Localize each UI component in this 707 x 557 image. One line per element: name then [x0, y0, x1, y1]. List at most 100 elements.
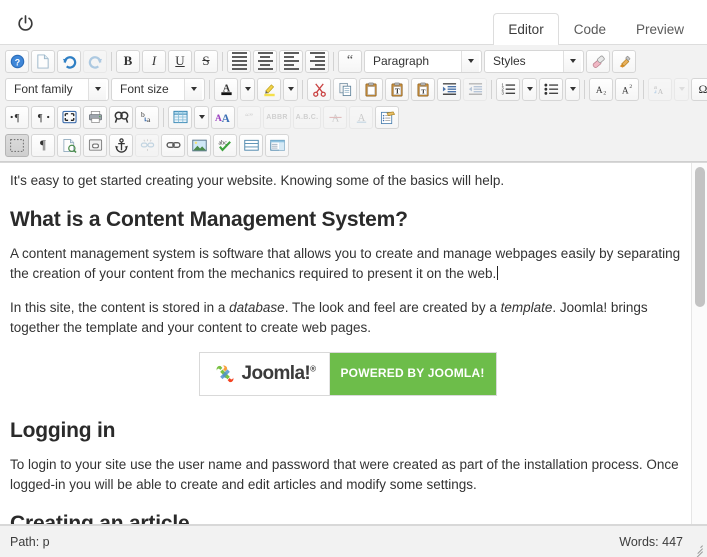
svg-text:?: ?	[14, 57, 19, 67]
fullscreen-icon[interactable]	[57, 106, 81, 129]
unlink-icon[interactable]	[135, 134, 159, 157]
image-icon[interactable]	[187, 134, 211, 157]
heading-logging-in: Logging in	[10, 418, 685, 443]
outdent-icon[interactable]	[463, 78, 487, 101]
cut-icon[interactable]	[307, 78, 331, 101]
toolbar-row-4: ¶	[0, 131, 707, 159]
paste-icon[interactable]	[359, 78, 383, 101]
tab-editor[interactable]: Editor	[493, 13, 558, 44]
rtl-direction-icon[interactable]: ¶	[31, 106, 55, 129]
powered-by-joomla-banner[interactable]: Joomla!® POWERED BY JOOMLA!	[199, 352, 497, 396]
abbreviation-icon[interactable]: ABBR	[263, 106, 291, 129]
font-size-select[interactable]: Font size	[111, 78, 205, 101]
paragraph-format-select[interactable]: Paragraph	[364, 50, 482, 73]
inserted-text-icon[interactable]: A	[349, 106, 373, 129]
svg-text:b: b	[140, 110, 144, 119]
italic-icon[interactable]: I	[142, 50, 166, 73]
spellcheck-language-icon[interactable]: a A	[648, 78, 672, 101]
read-more-icon[interactable]	[83, 134, 107, 157]
svg-text:3: 3	[501, 91, 504, 96]
styles-label: Styles	[485, 51, 563, 72]
editor-vertical-scrollbar[interactable]	[691, 163, 707, 524]
paragraph-login-instructions: To login to your site use the user name …	[10, 455, 685, 495]
blockquote-icon[interactable]: “	[338, 50, 362, 73]
find-icon[interactable]	[109, 106, 133, 129]
undo-icon[interactable]	[57, 50, 81, 73]
ltr-direction-icon[interactable]: ¶	[5, 106, 29, 129]
spellchecker-icon[interactable]: abc	[213, 134, 237, 157]
module-layout-icon[interactable]	[265, 134, 289, 157]
powered-by-joomla-section: POWERED BY JOOMLA!	[330, 353, 496, 395]
align-center-icon[interactable]	[253, 50, 277, 73]
tab-code[interactable]: Code	[559, 13, 621, 44]
resize-grip-handle[interactable]	[691, 541, 703, 553]
bullet-list-icon[interactable]	[539, 78, 563, 101]
path-value[interactable]: p	[43, 535, 50, 549]
abbreviation-glyph: ABBR	[266, 114, 287, 121]
spellcheck-dropdown-icon[interactable]	[674, 78, 689, 101]
new-document-icon[interactable]	[31, 50, 55, 73]
quotation-icon[interactable]: “”	[237, 106, 261, 129]
eraser-icon[interactable]	[586, 50, 610, 73]
align-justify-icon[interactable]	[227, 50, 251, 73]
svg-text:¶: ¶	[37, 113, 42, 124]
joomla-logo-icon	[213, 362, 237, 386]
special-character-icon[interactable]: Ω	[691, 78, 707, 101]
underline-icon[interactable]: U	[168, 50, 192, 73]
rich-text-editable-region[interactable]: It's easy to get started creating your w…	[0, 163, 707, 524]
editor-status-bar: Path: p Words: 447	[0, 525, 707, 557]
styles-select[interactable]: Styles	[484, 50, 584, 73]
toolbar-separator	[333, 52, 334, 71]
show-blocks-icon[interactable]	[5, 134, 29, 157]
indent-icon[interactable]	[437, 78, 461, 101]
template-icon[interactable]	[375, 106, 399, 129]
highlight-color-icon[interactable]	[257, 78, 281, 101]
help-icon[interactable]: ?	[5, 50, 29, 73]
bullet-list-dropdown-icon[interactable]	[565, 78, 580, 101]
font-style-icon[interactable]: A A	[211, 106, 235, 129]
strikethrough-icon[interactable]: S	[194, 50, 218, 73]
redo-icon[interactable]	[83, 50, 107, 73]
bold-icon[interactable]: B	[116, 50, 140, 73]
window-top-bar: Editor Code Preview	[0, 0, 707, 45]
editor-toolbars: ? B	[0, 45, 707, 162]
link-icon[interactable]	[161, 134, 185, 157]
tab-preview[interactable]: Preview	[621, 13, 699, 44]
text-cursor	[497, 266, 498, 280]
show-invisible-characters-icon[interactable]: ¶	[31, 134, 55, 157]
svg-text:¶: ¶	[14, 113, 19, 124]
text-color-dropdown-icon[interactable]	[240, 78, 255, 101]
format-painter-icon[interactable]	[612, 50, 636, 73]
emphasis-template: template	[501, 300, 553, 315]
page-break-2-icon[interactable]	[239, 134, 263, 157]
font-family-select[interactable]: Font family	[5, 78, 109, 101]
acronym-icon[interactable]: A.B.C.	[293, 106, 321, 129]
svg-text:A: A	[595, 86, 602, 96]
emphasis-database: database	[229, 300, 285, 315]
delete-text-icon[interactable]: A	[323, 106, 347, 129]
align-justify-bars	[232, 52, 247, 70]
subscript-icon[interactable]: A 2	[589, 78, 613, 101]
paste-from-word-icon[interactable]: T	[411, 78, 435, 101]
numbered-list-icon[interactable]: 1 2 3	[496, 78, 520, 101]
highlight-color-dropdown-icon[interactable]	[283, 78, 298, 101]
copy-icon[interactable]	[333, 78, 357, 101]
toolbar-row-2: Font family Font size A	[0, 75, 707, 103]
text-color-icon[interactable]: A	[214, 78, 238, 101]
page-break-icon[interactable]	[57, 134, 81, 157]
numbered-list-dropdown-icon[interactable]	[522, 78, 537, 101]
print-icon[interactable]	[83, 106, 107, 129]
paste-plain-text-icon[interactable]: T	[385, 78, 409, 101]
table-icon[interactable]	[168, 106, 192, 129]
find-replace-icon[interactable]: b a	[135, 106, 159, 129]
power-icon[interactable]	[12, 10, 38, 36]
toolbar-separator	[222, 52, 223, 71]
align-right-bars	[310, 52, 325, 70]
table-dropdown-icon[interactable]	[194, 106, 209, 129]
joomla-registered-mark: ®	[310, 365, 315, 374]
align-right-icon[interactable]	[305, 50, 329, 73]
anchor-icon[interactable]	[109, 134, 133, 157]
editor-scrollbar-thumb[interactable]	[695, 167, 705, 307]
superscript-icon[interactable]: A 2	[615, 78, 639, 101]
align-left-icon[interactable]	[279, 50, 303, 73]
